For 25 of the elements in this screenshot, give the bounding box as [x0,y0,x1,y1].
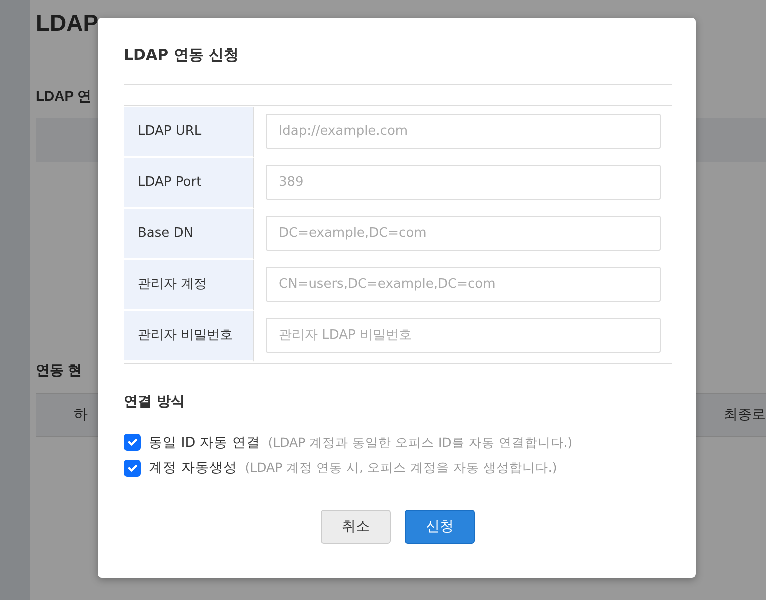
option-hint: (LDAP 계정과 동일한 오피스 ID를 자동 연결합니다.) [268,434,573,452]
column-header: 최종로 [724,406,766,425]
section-title: 연결 방식 [124,394,186,411]
input-field[interactable]: 관리자 LDAP 비밀번호 [266,318,661,353]
column-header: 하 [74,406,88,425]
input-field[interactable]: ldap://example.com [266,114,661,149]
page-title: LDAP [36,10,100,38]
option-label: 동일 ID 자동 연결 [149,434,260,453]
section-title: LDAP 연 [36,88,93,104]
field-label: 관리자 비밀번호 [124,311,254,362]
input-field[interactable]: DC=example,DC=com [266,216,661,251]
option-hint: (LDAP 계정 연동 시, 오피스 계정을 자동 생성합니다.) [245,458,558,477]
cancel-button[interactable]: 취소 [321,510,391,544]
checkbox[interactable] [124,460,141,477]
field-label: 관리자 계정 [124,260,254,311]
field-label: Base DN [124,209,254,260]
option-label: 계정 자동생성 [149,459,238,478]
submit-button[interactable]: 신청 [405,510,475,544]
field-label: LDAP URL [124,107,254,158]
section-title: 연동 현 [36,362,83,380]
input-field[interactable]: CN=users,DC=example,DC=com [266,267,661,302]
dialog-title: LDAP 연동 신청 [124,46,672,85]
field-label: LDAP Port [124,158,254,209]
input-field[interactable]: 389 [266,165,661,200]
checkbox[interactable] [124,434,141,452]
